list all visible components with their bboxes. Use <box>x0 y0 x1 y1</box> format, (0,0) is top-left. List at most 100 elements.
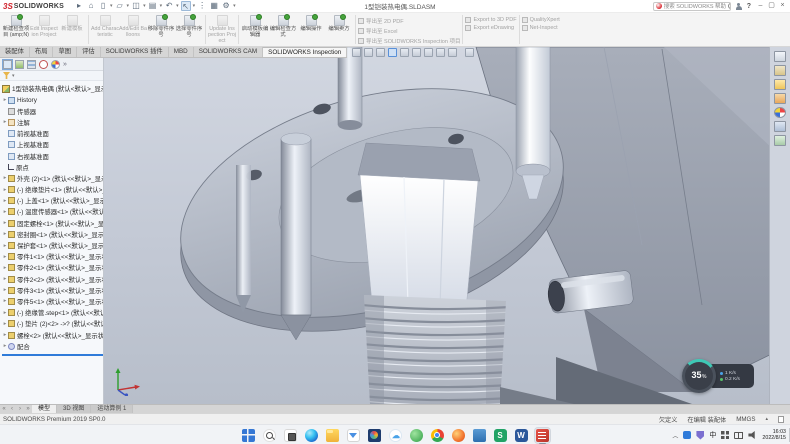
display-settings-icon[interactable]: ▦ <box>209 1 219 11</box>
taskbar-search-button[interactable] <box>262 428 277 443</box>
featuremanager-tab[interactable] <box>3 60 12 69</box>
tree-filter[interactable]: ▾ <box>0 71 103 81</box>
rebuild-icon[interactable]: ⋮ <box>197 1 207 11</box>
tree-root-item[interactable]: 1型铠装热电偶 (默认<默认>_显示状态-1 <box>2 83 103 95</box>
panel-splitter[interactable] <box>2 354 103 356</box>
taskbar-cloud-app-button[interactable] <box>388 428 403 443</box>
taskbar-reader-app-button[interactable] <box>472 428 487 443</box>
taskbar-photos-button[interactable] <box>367 428 382 443</box>
solidworks-forum-icon[interactable] <box>774 135 786 146</box>
minimize-button[interactable]: – <box>755 1 766 11</box>
dropdown-caret-icon[interactable]: ▾ <box>176 3 179 9</box>
clock[interactable]: 16:03 2022/8/15 <box>762 429 786 441</box>
apply-scene-icon[interactable] <box>448 48 457 57</box>
doc-tab-3d-视图[interactable]: 3D 视图 <box>57 405 91 413</box>
taskbar-app-green-button[interactable] <box>409 428 424 443</box>
hide-show-items-icon[interactable] <box>424 48 433 57</box>
taskbar-solidworks-button[interactable] <box>535 428 550 443</box>
dropdown-caret-icon[interactable]: ▾ <box>193 3 196 9</box>
undo-icon[interactable]: ↶ <box>164 1 174 11</box>
tab-nav-arrow-icon[interactable]: ‹ <box>8 406 16 412</box>
ribbon-button-enabled[interactable]: 启动模板编辑器 <box>241 14 269 46</box>
assembly-3d-model[interactable] <box>104 47 790 404</box>
tab-mbd[interactable]: MBD <box>169 47 194 57</box>
tab-solidworks-cam[interactable]: SOLIDWORKS CAM <box>194 47 263 57</box>
export-button[interactable]: 导出至 Excel <box>358 27 460 35</box>
dropdown-caret-icon[interactable]: ▾ <box>233 3 236 9</box>
tree-item[interactable]: ▸固定螺栓<1> (默认<<默认>_显示状 <box>2 218 103 229</box>
doc-tab-运动算例-1[interactable]: 运动算例 1 <box>91 405 133 413</box>
custom-properties-icon[interactable] <box>774 121 786 132</box>
tray-app-icon[interactable] <box>683 431 691 439</box>
tree-item[interactable]: ▸(-) 垫片 (2)<2> ->? (默认<<默认> <box>2 318 103 329</box>
restore-button[interactable]: ▢ <box>766 1 777 11</box>
ribbon-button-enabled[interactable]: 移除零件序号 <box>147 14 175 46</box>
units-selector[interactable]: MMGS <box>736 416 755 423</box>
tree-item[interactable]: 右视基准面 <box>2 150 103 161</box>
taskbar-mail-button[interactable] <box>346 428 361 443</box>
ribbon-button-disabled[interactable]: 新建模板 <box>58 14 86 46</box>
tab-nav-arrow-icon[interactable]: » <box>24 406 32 412</box>
solidworks-resources-icon[interactable] <box>774 51 786 62</box>
home-icon[interactable]: ⌂ <box>86 1 96 11</box>
appearances-scenes-icon[interactable] <box>774 107 786 118</box>
taskbar-app-s-button[interactable]: S <box>493 428 508 443</box>
view-orientation-icon[interactable] <box>400 48 409 57</box>
export-button[interactable]: Export eDrawing <box>465 25 516 31</box>
dropdown-caret-icon[interactable]: ▾ <box>110 3 113 9</box>
tree-item[interactable]: ▸零件5<1> (默认<<默认>_显示状 <box>2 296 103 307</box>
view-settings-icon[interactable] <box>465 48 474 57</box>
ime-grid-icon[interactable] <box>721 431 729 439</box>
taskbar-edge-button[interactable] <box>304 428 319 443</box>
tree-item[interactable]: ▸螺栓<2> (默认<<默认>_显示状态 <box>2 329 103 340</box>
ribbon-button-enabled[interactable]: 编辑卖方 <box>325 14 353 46</box>
user-account-icon[interactable] <box>735 2 743 10</box>
propertymanager-tab[interactable] <box>15 60 24 69</box>
new-document-icon[interactable]: ▯ <box>98 1 108 11</box>
export-button[interactable]: 导出至 2D PDF <box>358 17 460 25</box>
tray-expand-icon[interactable]: ︿ <box>672 431 678 440</box>
design-library-icon[interactable] <box>774 65 786 76</box>
tree-item[interactable]: ▸零件1<1> (默认<<默认>_显示状态 <box>2 251 103 262</box>
export-button[interactable]: 导出至 SOLIDWORKS Inspection 项目 <box>358 37 460 45</box>
cast-monitor-icon[interactable] <box>734 432 743 439</box>
tab-nav-arrow-icon[interactable]: « <box>0 406 8 412</box>
tree-item[interactable]: 前视基准面 <box>2 128 103 139</box>
tree-item[interactable]: ▸外壳 (2)<1> (默认<<默认>_显示状态-1 <box>2 173 103 184</box>
taskbar-chrome-button[interactable] <box>430 428 445 443</box>
ime-indicator[interactable]: 中 <box>709 430 716 440</box>
ribbon-button-enabled[interactable]: 新建检查项目 (amp;N) <box>2 14 30 46</box>
volume-icon[interactable] <box>748 431 757 439</box>
ribbon-button-enabled[interactable]: 选择零件序号 <box>175 14 203 46</box>
tree-item[interactable]: ▸零件3<1> (默认<<默认>_显示状 <box>2 285 103 296</box>
graphics-viewport[interactable]: 1 K/s 0.2 K/s 35 % <box>104 47 790 404</box>
select-icon[interactable]: ↖ <box>181 1 191 11</box>
filter-caret-icon[interactable]: ▾ <box>12 73 15 79</box>
open-icon[interactable]: ▱ <box>115 1 125 11</box>
ribbon-button-enabled[interactable]: 编辑操作 <box>297 14 325 46</box>
edit-appearance-icon[interactable] <box>436 48 445 57</box>
ribbon-button-disabled[interactable]: Add/Edit Balloons <box>119 14 147 46</box>
units-caret-icon[interactable]: ▴ <box>765 416 768 422</box>
dropdown-caret-icon[interactable]: ▾ <box>127 3 130 9</box>
tab-评估[interactable]: 评估 <box>77 47 101 57</box>
tree-item[interactable]: ▸注解 <box>2 117 103 128</box>
help-button[interactable]: ? <box>747 3 751 10</box>
ribbon-button-disabled[interactable]: Update Inspection Project <box>208 14 236 46</box>
ribbon-button-enabled[interactable]: 编辑检查方式 <box>269 14 297 46</box>
dropdown-caret-icon[interactable]: ▾ <box>143 3 146 9</box>
tree-item[interactable]: ▸零件2<2> (默认<<默认>_显示状 <box>2 274 103 285</box>
displaymanager-tab[interactable] <box>51 60 60 69</box>
taskbar-task-view-button[interactable] <box>283 428 298 443</box>
taskbar-start-button[interactable] <box>241 428 256 443</box>
tab-solidworks-插件[interactable]: SOLIDWORKS 插件 <box>101 47 169 57</box>
dropdown-caret-icon[interactable]: ▾ <box>160 3 163 9</box>
search-input[interactable]: 搜索 SOLIDWORKS 帮助 <box>653 2 731 11</box>
tab-nav-arrow-icon[interactable]: › <box>16 406 24 412</box>
print-icon[interactable]: ▤ <box>148 1 158 11</box>
tree-item[interactable]: ▸(-) 上盖<1> (默认<<默认>_显示状态 <box>2 195 103 206</box>
tree-item[interactable]: ▸零件2<1> (默认<<默认>_显示状 <box>2 262 103 273</box>
security-shield-icon[interactable] <box>696 431 704 440</box>
doc-tab-模型[interactable]: 模型 <box>32 405 57 413</box>
options-gear-icon[interactable]: ⚙ <box>221 1 231 11</box>
